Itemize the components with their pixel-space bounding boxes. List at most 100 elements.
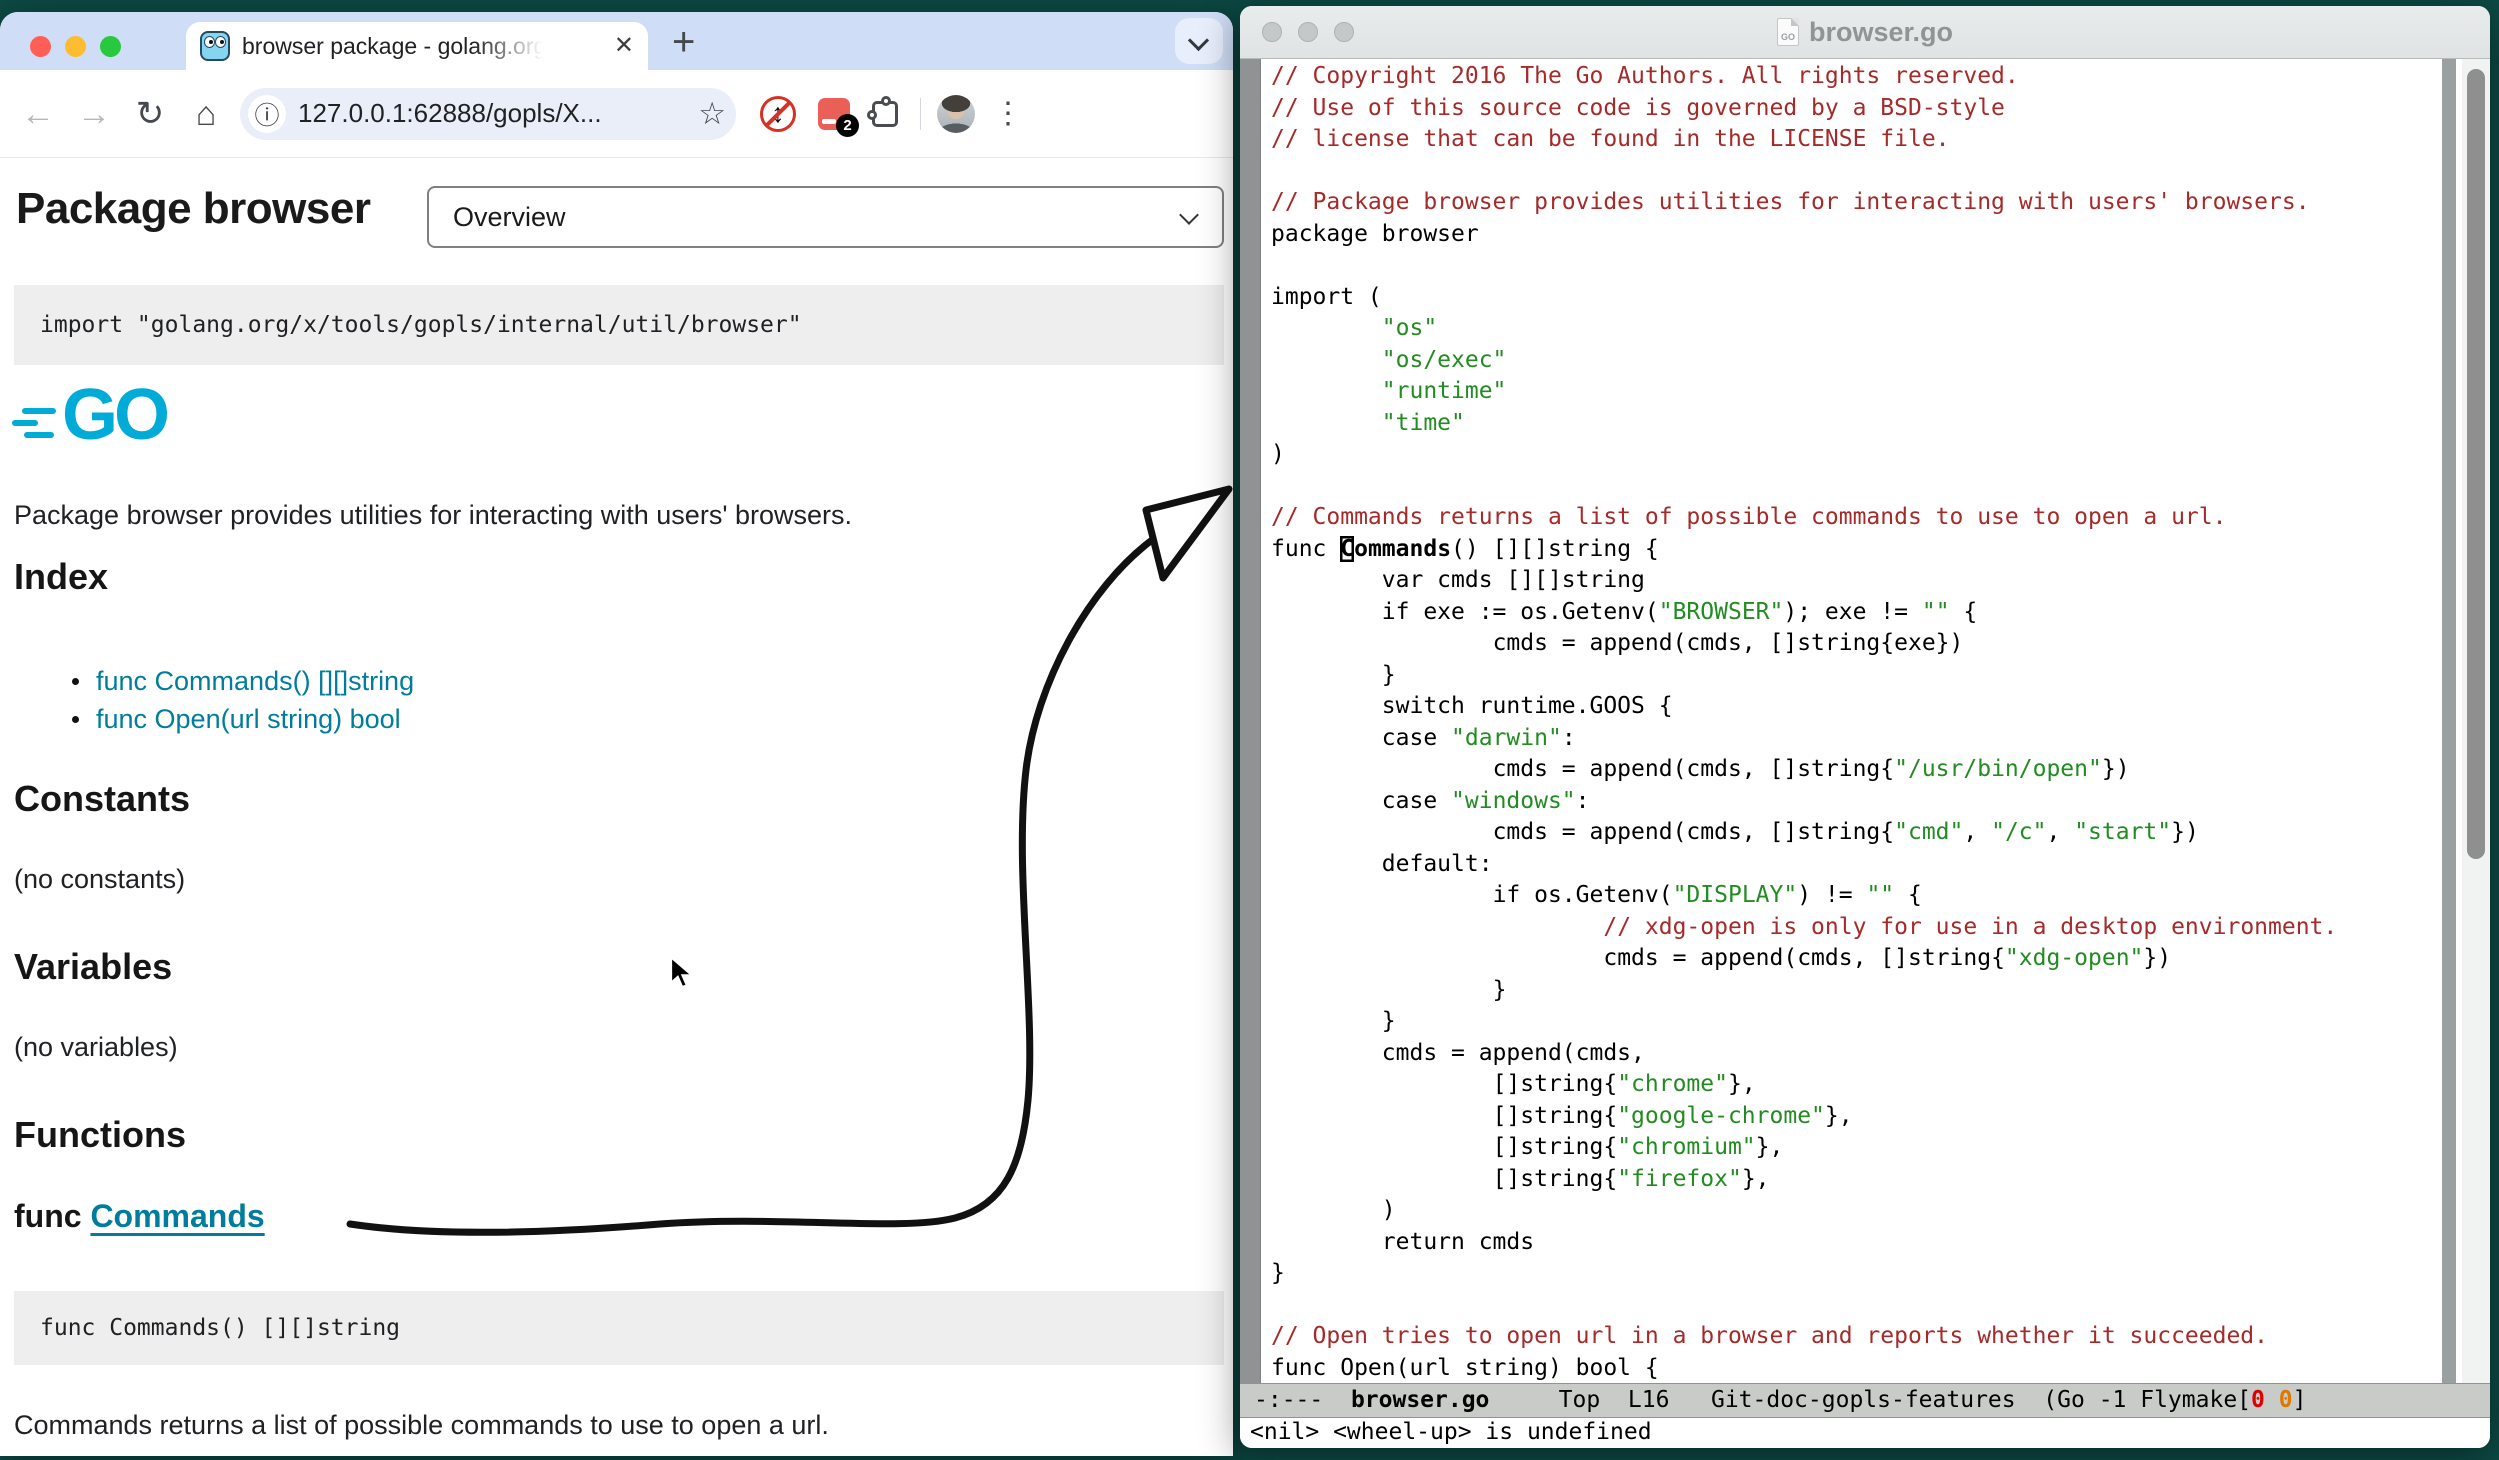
package-intro: Package browser provides utilities for i…: [14, 500, 852, 531]
code-line: case "darwin":: [1271, 723, 2438, 755]
minimize-window-button[interactable]: [1298, 22, 1318, 42]
echo-area: <nil> <wheel-up> is undefined: [1240, 1418, 2490, 1448]
tab-strip: browser package - golang.org ✕ +: [0, 12, 1233, 70]
gopher-favicon-icon: [200, 31, 230, 61]
index-heading: Index: [14, 556, 108, 598]
address-bar[interactable]: ⓘ 127.0.0.1:62888/gopls/X... ☆: [240, 88, 736, 140]
code-line: cmds = append(cmds,: [1271, 1038, 2438, 1070]
code-line: []string{"firefox"},: [1271, 1164, 2438, 1196]
content-blocker-extension-icon[interactable]: ↕: [760, 96, 796, 132]
code-line: switch runtime.GOOS {: [1271, 691, 2438, 723]
code-line: "time": [1271, 408, 2438, 440]
extension-badge: 2: [836, 114, 859, 137]
go-logo: GO: [16, 386, 206, 462]
code-line: cmds = append(cmds, []string{"cmd", "/c"…: [1271, 817, 2438, 849]
code-line: cmds = append(cmds, []string{"/usr/bin/o…: [1271, 754, 2438, 786]
func-signature-block: func Commands() [][]string: [14, 1291, 1224, 1365]
desktop: { "desktop": { "background_color": "#0d4…: [0, 0, 2499, 1460]
right-gutter-strip: [2442, 59, 2456, 1383]
func-commands-heading: func Commands: [14, 1198, 265, 1235]
code-line: return cmds: [1271, 1227, 2438, 1259]
code-line: // Commands returns a list of possible c…: [1271, 502, 2438, 534]
file-document-icon: GO: [1777, 18, 1799, 46]
tab-title: browser package - golang.org: [242, 33, 552, 60]
code-line: []string{"chrome"},: [1271, 1069, 2438, 1101]
editor-body: // Copyright 2016 The Go Authors. All ri…: [1240, 59, 2490, 1383]
constants-heading: Constants: [14, 778, 190, 820]
editor-title: GO browser.go: [1777, 17, 1953, 48]
scrollbar-track[interactable]: [2462, 59, 2490, 1383]
browser-tab[interactable]: browser package - golang.org ✕: [186, 22, 648, 70]
maximize-window-button[interactable]: [1334, 22, 1354, 42]
page-title: Package browser: [16, 184, 370, 234]
minimize-window-button[interactable]: [65, 36, 86, 57]
code-line: // xdg-open is only for use in a desktop…: [1271, 912, 2438, 944]
forward-button[interactable]: →: [66, 97, 122, 131]
editor-titlebar[interactable]: GO browser.go: [1240, 6, 2490, 59]
code-area[interactable]: // Copyright 2016 The Go Authors. All ri…: [1261, 59, 2438, 1383]
code-line: // Package browser provides utilities fo…: [1271, 187, 2438, 219]
code-line: }: [1271, 660, 2438, 692]
code-line: [1271, 471, 2438, 503]
reload-button[interactable]: ↻: [122, 97, 178, 131]
code-line: if exe := os.Getenv("BROWSER"); exe != "…: [1271, 597, 2438, 629]
functions-heading: Functions: [14, 1114, 186, 1156]
editor-window-controls: [1262, 22, 1354, 42]
close-window-button[interactable]: [30, 36, 51, 57]
code-line: "os/exec": [1271, 345, 2438, 377]
close-window-button[interactable]: [1262, 22, 1282, 42]
func-doc-text: Commands returns a list of possible comm…: [14, 1410, 829, 1441]
browser-menu-icon[interactable]: ⋮: [993, 96, 1023, 131]
index-link-commands[interactable]: func Commands() [][]string: [96, 666, 414, 697]
extensions-puzzle-icon[interactable]: [872, 101, 898, 127]
variables-empty-text: (no variables): [14, 1032, 178, 1063]
code-line: [1271, 1290, 2438, 1322]
browser-window: browser package - golang.org ✕ + ← → ↻ ⌂…: [0, 12, 1233, 1456]
import-code-block: import "golang.org/x/tools/gopls/interna…: [14, 285, 1224, 365]
go-logo-speed-lines-icon: [16, 402, 60, 446]
code-line: [1271, 156, 2438, 188]
func-keyword: func: [14, 1198, 90, 1234]
code-line: // Open tries to open url in a browser a…: [1271, 1321, 2438, 1353]
home-button[interactable]: ⌂: [178, 97, 234, 131]
profile-avatar[interactable]: [937, 95, 975, 133]
code-line: }: [1271, 1258, 2438, 1290]
editor-window: GO browser.go // Copyright 2016 The Go A…: [1240, 6, 2490, 1448]
new-tab-button[interactable]: +: [672, 20, 695, 65]
maximize-window-button[interactable]: [100, 36, 121, 57]
browser-toolbar: ← → ↻ ⌂ ⓘ 127.0.0.1:62888/gopls/X... ☆ ↕…: [0, 70, 1233, 158]
scrollbar-thumb[interactable]: [2467, 69, 2485, 859]
code-line: // Copyright 2016 The Go Authors. All ri…: [1271, 61, 2438, 93]
editor-title-text: browser.go: [1809, 17, 1953, 48]
bookmark-star-icon[interactable]: ☆: [698, 96, 726, 132]
adblock-extension-icon[interactable]: 2: [818, 98, 850, 130]
url-text[interactable]: 127.0.0.1:62888/gopls/X...: [298, 98, 602, 129]
chevron-down-icon: [1179, 205, 1199, 225]
code-line: // license that can be found in the LICE…: [1271, 124, 2438, 156]
code-line: // Use of this source code is governed b…: [1271, 93, 2438, 125]
code-line: "runtime": [1271, 376, 2438, 408]
extension-icons: ↕ 2: [760, 96, 898, 132]
code-line: }: [1271, 975, 2438, 1007]
code-line: case "windows":: [1271, 786, 2438, 818]
code-line: default:: [1271, 849, 2438, 881]
doc-section-select[interactable]: Overview: [427, 186, 1224, 248]
tab-search-button[interactable]: [1175, 18, 1223, 64]
code-line: [1271, 250, 2438, 282]
tab-close-icon[interactable]: ✕: [614, 34, 634, 58]
index-link-open[interactable]: func Open(url string) bool: [96, 704, 401, 735]
code-line: cmds = append(cmds, []string{"xdg-open"}…: [1271, 943, 2438, 975]
code-line: }: [1271, 1006, 2438, 1038]
left-scrollbar-strip[interactable]: [1240, 59, 1261, 1383]
back-button[interactable]: ←: [10, 97, 66, 131]
code-line: var cmds [][]string: [1271, 565, 2438, 597]
code-line: import (: [1271, 282, 2438, 314]
toolbar-divider: [920, 98, 921, 130]
code-line: func Open(url string) bool {: [1271, 1353, 2438, 1384]
code-line: cmds = append(cmds, []string{exe}): [1271, 628, 2438, 660]
code-line: package browser: [1271, 219, 2438, 251]
code-line: func Commands() [][]string {: [1271, 534, 2438, 566]
code-line: ): [1271, 439, 2438, 471]
site-info-icon[interactable]: ⓘ: [248, 95, 286, 133]
commands-link[interactable]: Commands: [90, 1198, 264, 1234]
